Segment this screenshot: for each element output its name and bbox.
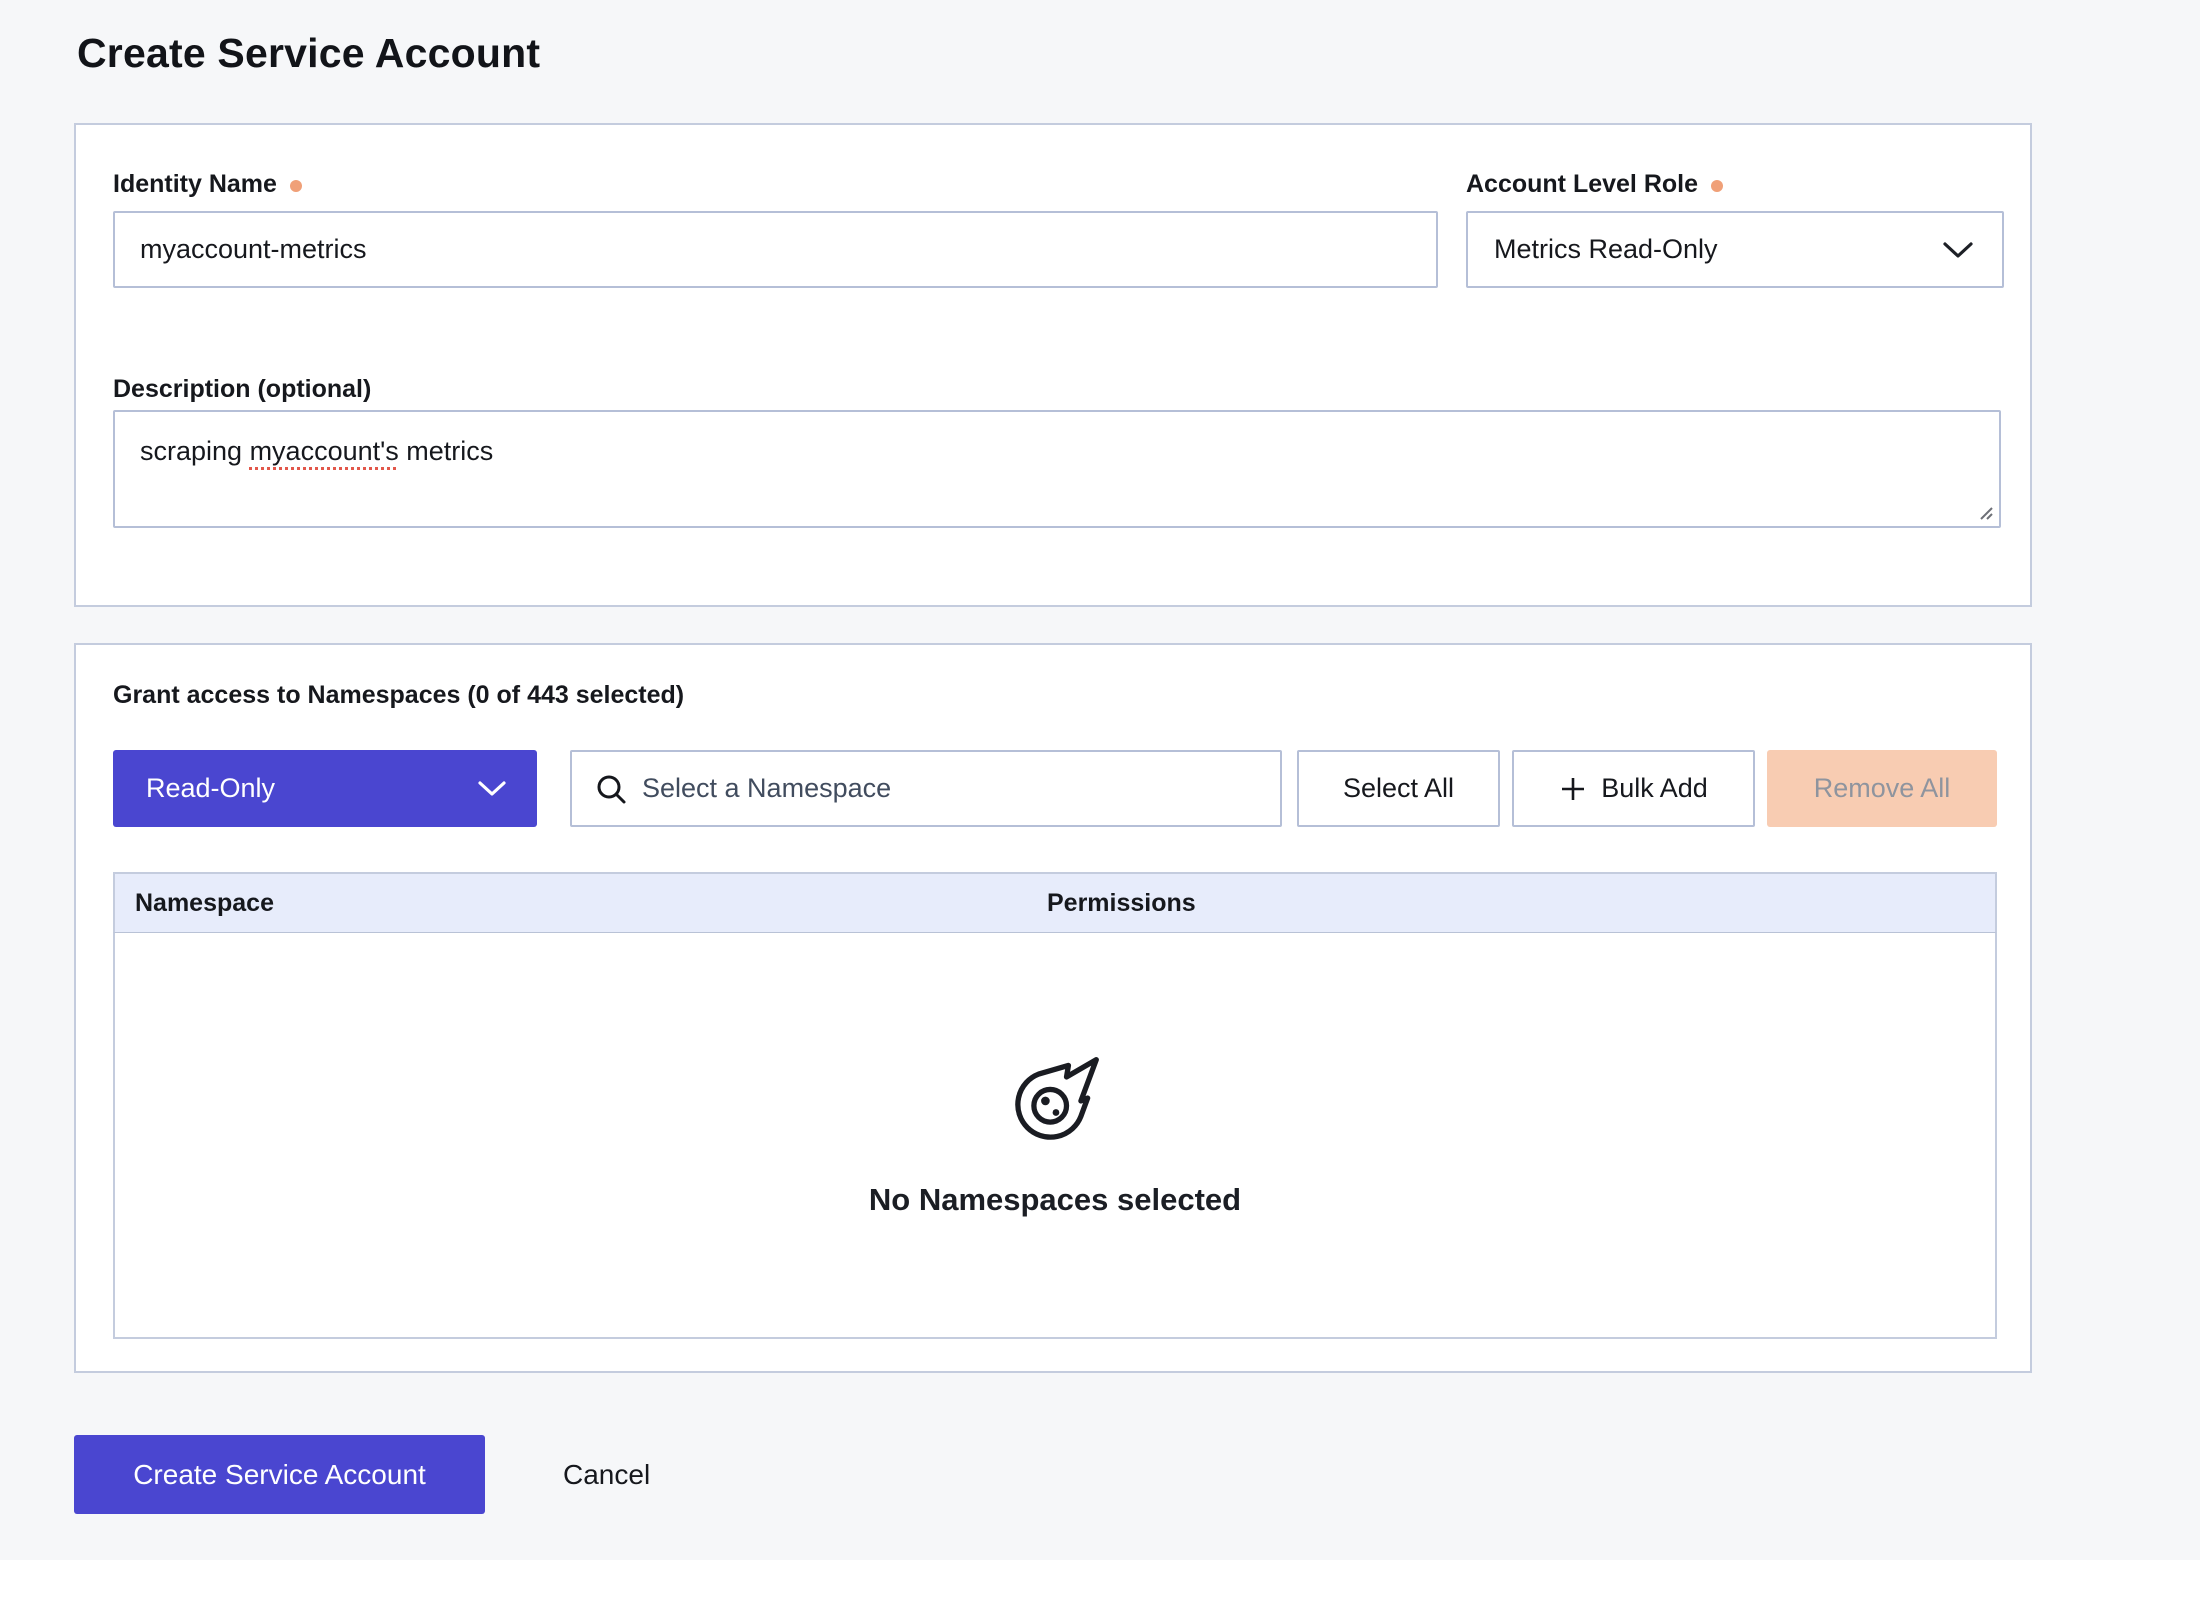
chevron-down-icon [1942, 241, 1974, 259]
plus-icon [1559, 775, 1587, 803]
description-label: Description (optional) [113, 375, 371, 404]
namespaces-table: Namespace Permissions No Namespaces sele… [113, 872, 1997, 1339]
select-all-label: Select All [1343, 773, 1454, 804]
namespace-search-box [570, 750, 1282, 827]
identity-name-label: Identity Name [113, 170, 302, 199]
required-dot-icon [1711, 180, 1723, 192]
resize-handle-icon[interactable] [1975, 502, 1995, 522]
bulk-add-label: Bulk Add [1601, 773, 1708, 804]
namespaces-table-empty-state: No Namespaces selected [113, 933, 1997, 1339]
chevron-down-icon [477, 780, 507, 797]
account-level-role-label-text: Account Level Role [1466, 170, 1698, 199]
identity-name-label-text: Identity Name [113, 170, 277, 199]
description-text-part: metrics [399, 436, 494, 466]
comet-icon [1007, 1052, 1103, 1148]
description-textarea[interactable]: scraping myaccount's metrics [113, 410, 2001, 528]
create-service-account-page: Create Service Account Identity Name Acc… [0, 0, 2200, 1600]
page-bottom-strip [0, 1560, 2200, 1600]
remove-all-label: Remove All [1814, 773, 1951, 804]
page-title: Create Service Account [77, 30, 540, 77]
identity-name-input[interactable] [113, 211, 1438, 288]
namespaces-toolbar: Read-Only Select All [113, 750, 1997, 827]
role-filter-dropdown[interactable]: Read-Only [113, 750, 537, 827]
column-header-namespace: Namespace [115, 889, 1047, 918]
cancel-button[interactable]: Cancel [553, 1435, 660, 1514]
account-level-role-select[interactable]: Metrics Read-Only [1466, 211, 2004, 288]
description-text-part: scraping [140, 436, 250, 466]
namespaces-access-card: Grant access to Namespaces (0 of 443 sel… [74, 643, 2032, 1373]
remove-all-button[interactable]: Remove All [1767, 750, 1997, 827]
namespace-search-input[interactable] [642, 752, 1260, 825]
create-service-account-button[interactable]: Create Service Account [74, 1435, 485, 1514]
required-dot-icon [290, 180, 302, 192]
identity-details-card: Identity Name Account Level Role Metrics… [74, 123, 2032, 607]
description-misspelled-word: myaccount's [250, 436, 399, 466]
namespaces-table-header: Namespace Permissions [113, 872, 1997, 933]
column-header-permissions: Permissions [1047, 889, 1196, 918]
account-level-role-value: Metrics Read-Only [1494, 234, 1718, 265]
description-label-text: Description (optional) [113, 375, 371, 404]
namespaces-heading: Grant access to Namespaces (0 of 443 sel… [113, 681, 684, 710]
account-level-role-label: Account Level Role [1466, 170, 1723, 199]
select-all-button[interactable]: Select All [1297, 750, 1500, 827]
empty-state-text: No Namespaces selected [869, 1182, 1241, 1218]
role-filter-label: Read-Only [146, 773, 275, 804]
bulk-add-button[interactable]: Bulk Add [1512, 750, 1755, 827]
